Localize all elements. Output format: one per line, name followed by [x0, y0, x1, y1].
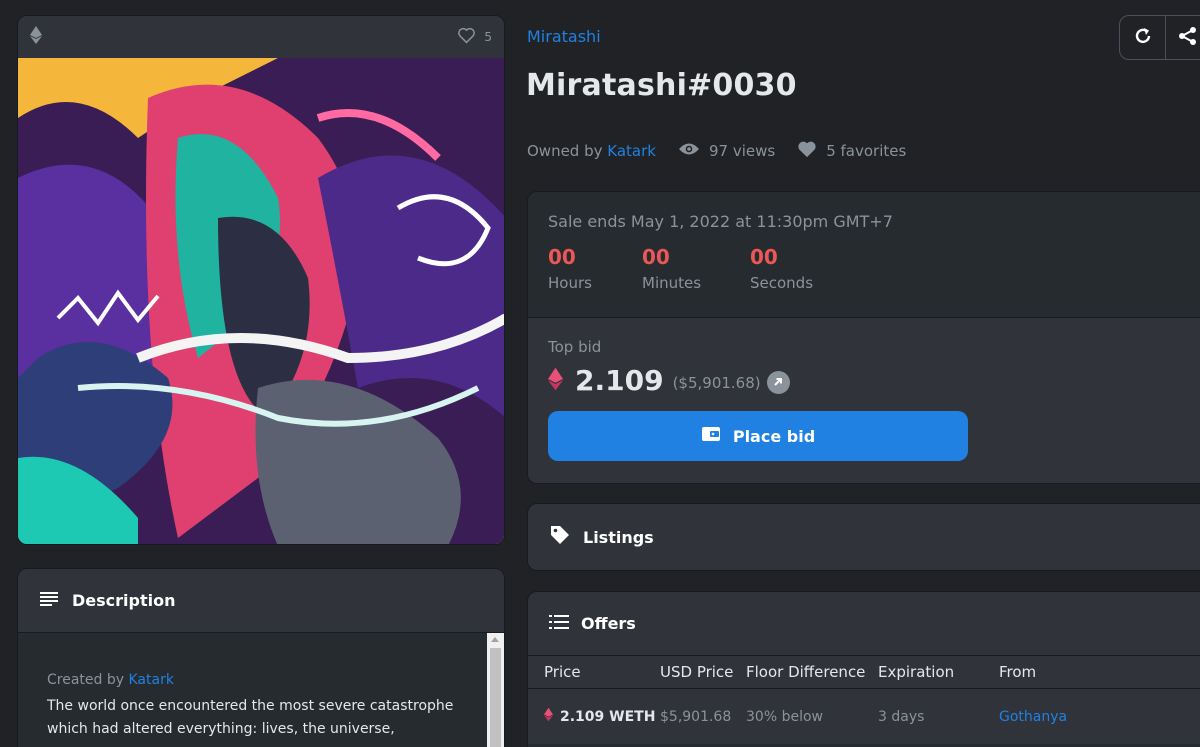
column-header-from: From: [999, 663, 1037, 681]
offer-usd: $5,901.68: [660, 708, 732, 725]
weth-icon: [548, 367, 563, 395]
price-row: 2.109 ($5,901.68): [548, 364, 1200, 397]
description-text-line-1: The world once encountered the most seve…: [47, 698, 454, 714]
description-body: Created by Katark The world once encount…: [18, 633, 504, 747]
offer-price-value: 2.109 WETH: [560, 708, 656, 725]
table-row: 2.109 WETH $5,901.68 30% below 3 days Go…: [528, 689, 1200, 744]
offers-table-header: Price USD Price Floor Difference Expirat…: [528, 656, 1200, 689]
countdown-hours: 00 Hours: [548, 245, 592, 292]
favorites-count: 5 favorites: [797, 140, 906, 162]
list-icon: [549, 614, 569, 633]
tag-icon: [549, 524, 571, 550]
countdown-label: Hours: [548, 274, 592, 292]
offer-floor-difference: 30% below: [746, 708, 823, 725]
favorite-count: 5: [484, 30, 492, 44]
offer-price: 2.109 WETH: [528, 707, 660, 726]
arrow-up-right-icon[interactable]: [766, 370, 790, 394]
column-header-price: Price: [544, 663, 581, 681]
share-button[interactable]: [1165, 16, 1200, 59]
description-panel: Description Created by Katark The world …: [17, 568, 505, 747]
countdown-minutes: 00 Minutes: [642, 245, 702, 292]
heart-icon: [797, 140, 817, 162]
description-scrollbar[interactable]: [487, 633, 504, 747]
views-count: 97 views: [678, 142, 775, 160]
description-header[interactable]: Description: [18, 569, 504, 633]
item-toolbar: [1119, 15, 1200, 60]
views-text: 97 views: [708, 142, 776, 160]
offer-expiration: 3 days: [878, 708, 925, 725]
sale-panel: Sale ends May 1, 2022 at 11:30pm GMT+7 0…: [527, 191, 1200, 484]
top-bid-usd: ($5,901.68): [672, 374, 761, 392]
listings-panel[interactable]: Listings: [527, 503, 1200, 571]
description-text-line-2: which had altered everything: lives, the…: [47, 721, 395, 737]
offers-panel: Offers Price USD Price Floor Difference …: [527, 591, 1200, 747]
refresh-icon: [1133, 26, 1153, 50]
image-card: 5: [17, 15, 505, 545]
sale-countdown-section: Sale ends May 1, 2022 at 11:30pm GMT+7 0…: [528, 192, 1200, 318]
refresh-button[interactable]: [1120, 16, 1165, 59]
scroll-up-arrow-icon[interactable]: [491, 637, 499, 642]
countdown: 00 Hours 00 Minutes 00 Seconds: [548, 245, 1200, 292]
bid-section: Top bid 2.109 ($5,901.68) Place bid: [528, 318, 1200, 483]
countdown-label: Minutes: [642, 274, 702, 292]
owner-link[interactable]: Katark: [607, 142, 656, 160]
sale-ends-text: Sale ends May 1, 2022 at 11:30pm GMT+7: [548, 212, 893, 231]
item-meta: Owned by Katark 97 views 5 favorites: [527, 140, 928, 162]
offers-header[interactable]: Offers: [528, 592, 1200, 656]
favorites-text: 5 favorites: [826, 142, 907, 160]
favorite-button[interactable]: 5: [457, 27, 492, 47]
nft-artwork[interactable]: [18, 58, 505, 545]
created-by-line: Created by Katark: [47, 669, 474, 692]
countdown-value: 00: [642, 245, 670, 269]
countdown-seconds: 00 Seconds: [750, 245, 813, 292]
item-title: Miratashi#0030: [526, 68, 797, 103]
heart-icon: [457, 27, 476, 47]
countdown-label: Seconds: [750, 274, 814, 292]
column-header-floor-difference: Floor Difference: [746, 663, 866, 681]
column-header-expiration: Expiration: [878, 663, 955, 681]
description-title: Description: [72, 591, 176, 610]
share-icon: [1178, 26, 1198, 50]
weth-icon: [544, 707, 553, 726]
owner-info: Owned by Katark: [527, 142, 656, 160]
created-by-label: Created by: [47, 672, 125, 688]
wallet-icon: [701, 425, 721, 447]
ethereum-icon: [30, 26, 42, 48]
column-header-usd-price: USD Price: [660, 663, 734, 681]
scrollbar-thumb[interactable]: [490, 648, 501, 747]
listings-title: Listings: [583, 527, 654, 547]
place-bid-button[interactable]: Place bid: [548, 411, 968, 461]
place-bid-label: Place bid: [732, 426, 816, 446]
offer-from-link[interactable]: Gothanya: [999, 709, 1149, 725]
offers-title: Offers: [581, 614, 636, 633]
list-icon: [40, 591, 58, 610]
countdown-value: 00: [750, 245, 778, 269]
image-card-header: 5: [18, 16, 504, 58]
creator-link[interactable]: Katark: [128, 672, 173, 688]
countdown-value: 00: [548, 245, 576, 269]
top-bid-label: Top bid: [548, 338, 602, 356]
collection-link[interactable]: Miratashi: [527, 27, 601, 46]
owned-by-label: Owned by: [527, 142, 603, 160]
eye-icon: [678, 142, 700, 160]
top-bid-price: 2.109: [575, 364, 664, 397]
